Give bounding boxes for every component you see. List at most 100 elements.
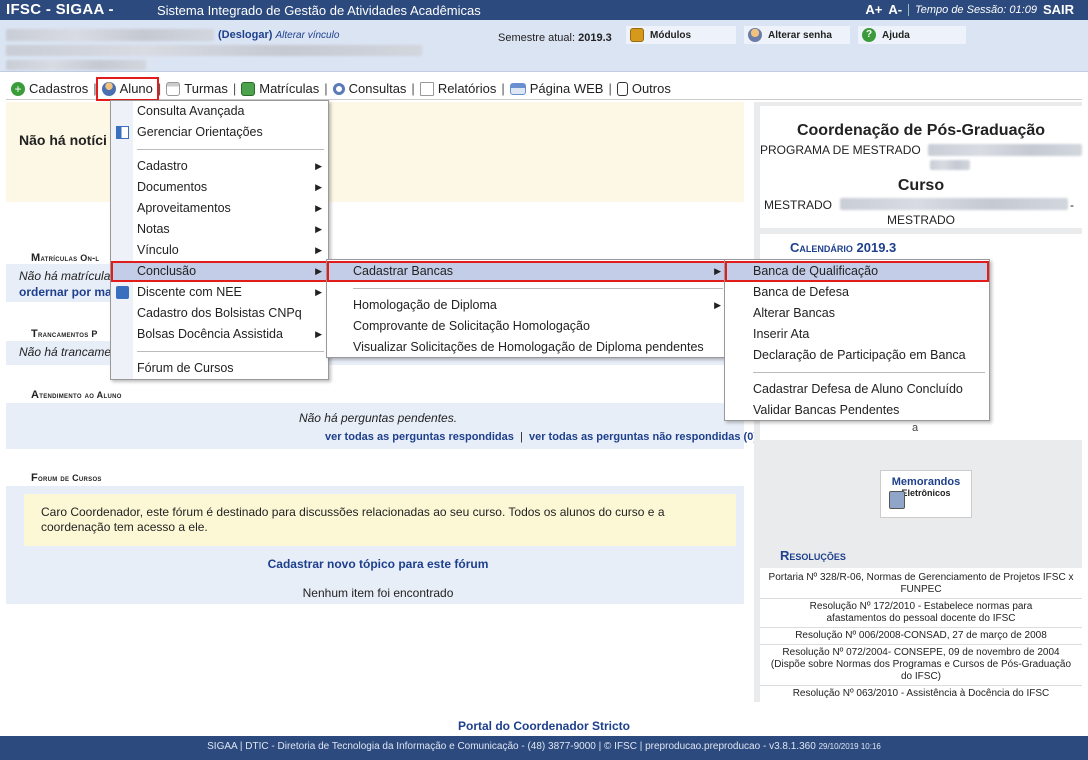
user-name-redacted [6, 29, 214, 41]
user-key-icon [748, 28, 762, 42]
deslogar-link[interactable]: (Deslogar) Alterar vínculo [218, 29, 339, 41]
resolucao-item[interactable]: Portaria Nº 328/R-06, Normas de Gerencia… [760, 568, 1082, 599]
menu-turmas[interactable]: Turmas [161, 78, 233, 100]
atendimento-text: Não há perguntas pendentes. [298, 411, 458, 425]
menu-relatorios[interactable]: Relatórios [415, 78, 502, 100]
menu-item-alterar-bancas[interactable]: Alterar Bancas [725, 303, 989, 324]
modulos-button[interactable]: Módulos [626, 26, 736, 44]
menu-item-visualizar-solicitacoes[interactable]: Visualizar Solicitações de Homologação d… [327, 337, 727, 358]
menu-item-forum-cursos[interactable]: Fórum de Cursos [111, 358, 328, 379]
main-menu-bar: + Cadastros | Aluno | Turmas | Matrícula… [6, 76, 1082, 101]
magnifier-icon [332, 82, 345, 95]
menu-item-gerenciar-orientacoes[interactable]: Gerenciar Orientações [111, 122, 328, 143]
user-info-bar: (Deslogar) Alterar vínculo Semestre atua… [0, 20, 1088, 72]
coordenacao-box: Coordenação de Pós-Graduação PROGRAMA DE… [760, 106, 1082, 228]
menu-item-homologacao-diploma[interactable]: Homologação de Diploma ▶ [327, 295, 727, 316]
building-icon [166, 81, 181, 96]
alterar-vinculo-link[interactable]: Alterar vínculo [275, 30, 339, 41]
submenu-arrow-icon: ▶ [315, 266, 322, 276]
menu-item-comprovante-homologacao[interactable]: Comprovante de Solicitação Homologação [327, 316, 727, 337]
memorandos-label-1: Memorandos [891, 476, 961, 488]
menu-divider [137, 351, 324, 352]
ver-respondidas-link[interactable]: ver todas as perguntas respondidas [325, 431, 514, 443]
notice-text: Não há notíci [19, 132, 107, 148]
programa-name-redacted [928, 144, 1082, 156]
font-decrease-button[interactable]: A- [888, 2, 902, 17]
curso-title: Curso [897, 177, 945, 194]
menu-item-bolsas-docencia[interactable]: Bolsas Docência Assistida ▶ [111, 324, 328, 345]
forum-new-topic-link[interactable]: Cadastrar novo tópico para este fórum [6, 557, 750, 571]
menu-item-banca-defesa[interactable]: Banca de Defesa [725, 282, 989, 303]
menu-consultas[interactable]: Consultas [328, 78, 412, 100]
menu-item-cadastro[interactable]: Cadastro ▶ [111, 156, 328, 177]
menu-item-consulta-avancada[interactable]: Consulta Avançada [111, 101, 328, 122]
menu-item-cadastrar-defesa-concluido[interactable]: Cadastrar Defesa de Aluno Concluído [725, 379, 989, 400]
programa-name-redacted-2 [930, 160, 970, 170]
mestrado-label-2: MESTRADO [886, 213, 955, 227]
menu-item-discente-nee[interactable]: Discente com NEE ▶ [111, 282, 328, 303]
footer-text: SIGAA | DTIC - Diretoria de Tecnologia d… [207, 741, 816, 752]
menu-item-declaracao-participacao[interactable]: Declaração de Participação em Banca [725, 345, 989, 366]
resolucoes-title: Resoluções [780, 548, 846, 563]
menu-divider [137, 149, 324, 150]
menu-item-validar-bancas[interactable]: Validar Bancas Pendentes [725, 400, 989, 421]
resolucao-item[interactable]: Resolução Nº 006/2008-CONSAD, 27 de març… [760, 628, 1082, 645]
resolucao-item[interactable]: Resolução Nº 063/2010 - Assistência à Do… [760, 686, 1082, 703]
memorandos-button[interactable]: Memorandos Eletrônicos [880, 470, 972, 518]
brand-title: IFSC - SIGAA - [6, 1, 114, 18]
ordenar-link[interactable]: ordernar por ma [19, 285, 112, 299]
forum-empty-text: Nenhum item foi encontrado [302, 586, 454, 600]
menu-outros[interactable]: Outros [612, 78, 676, 100]
section-title-atendimento: Atendimento ao Aluno [31, 389, 122, 401]
menu-item-cadastrar-bancas[interactable]: Cadastrar Bancas ▶ [327, 261, 727, 282]
submenu-arrow-icon: ▶ [315, 161, 322, 171]
arrow-doc-icon [241, 81, 256, 96]
accessibility-icon [116, 286, 129, 299]
student-icon [101, 81, 116, 96]
matriculas-text: Não há matrícula [19, 269, 111, 283]
user-unit-redacted [6, 45, 422, 56]
menu-matriculas[interactable]: Matrículas [236, 78, 324, 100]
section-title-matriculas: Matrículas On-l [31, 252, 100, 264]
menu-item-aproveitamentos[interactable]: Aproveitamentos ▶ [111, 198, 328, 219]
system-name: Sistema Integrado de Gestão de Atividade… [157, 3, 481, 18]
semester-display: Semestre atual: 2019.3 [498, 32, 612, 44]
logout-button[interactable]: SAIR [1043, 2, 1074, 17]
font-increase-button[interactable]: A+ [865, 2, 882, 17]
submenu-arrow-icon: ▶ [714, 300, 721, 310]
section-title-trancamentos: Trancamentos P [31, 328, 98, 340]
menu-cadastros[interactable]: + Cadastros [6, 78, 93, 100]
menu-item-notas[interactable]: Notas ▶ [111, 219, 328, 240]
menu-item-documentos[interactable]: Documentos ▶ [111, 177, 328, 198]
help-icon: ? [862, 28, 876, 42]
menu-pagina-web[interactable]: Página WEB [505, 78, 609, 100]
ver-nao-respondidas-link[interactable]: ver todas as perguntas não respondidas (… [529, 431, 757, 443]
footer-date: 29/10/2019 10:16 [818, 742, 881, 751]
submenu-arrow-icon: ▶ [315, 329, 322, 339]
menu-item-vinculo[interactable]: Vínculo ▶ [111, 240, 328, 261]
menu-aluno[interactable]: Aluno [95, 76, 159, 101]
forum-message-box: Caro Coordenador, este fórum é destinado… [24, 494, 736, 546]
curso-name-redacted [840, 198, 1068, 210]
menu-item-banca-qualificacao[interactable]: Banca de Qualificação [725, 261, 989, 282]
menu-item-conclusao[interactable]: Conclusão ▶ [111, 261, 328, 282]
calendario-a: a [911, 422, 919, 434]
ajuda-button[interactable]: ? Ajuda [858, 26, 966, 44]
menu-item-inserir-ata[interactable]: Inserir Ata [725, 324, 989, 345]
section-title-forum: Forum de Cursos [31, 472, 102, 484]
memorandos-area: Memorandos Eletrônicos [760, 466, 1082, 520]
alterar-senha-button[interactable]: Alterar senha [744, 26, 850, 44]
resolucao-item[interactable]: Resolução Nº 172/2010 - Estabelece norma… [760, 599, 1082, 628]
phone-icon [616, 81, 628, 96]
link-separator: | [520, 431, 523, 443]
document-icon [419, 81, 434, 96]
resolucao-item[interactable]: Resolução Nº 072/2004- CONSEPE, 09 de no… [760, 645, 1082, 686]
box-icon [630, 28, 644, 42]
menu-item-bolsistas-cnpq[interactable]: Cadastro dos Bolsistas CNPq [111, 303, 328, 324]
portal-link[interactable]: Portal do Coordenador Stricto [0, 719, 1088, 733]
cadastrar-bancas-submenu: Banca de Qualificação Banca de Defesa Al… [724, 259, 990, 421]
curso-dash: - [1070, 198, 1074, 212]
menu-divider [353, 288, 723, 289]
calendario-title: Calendário 2019.3 [790, 240, 897, 255]
coordenacao-title: Coordenação de Pós-Graduação [796, 122, 1046, 139]
